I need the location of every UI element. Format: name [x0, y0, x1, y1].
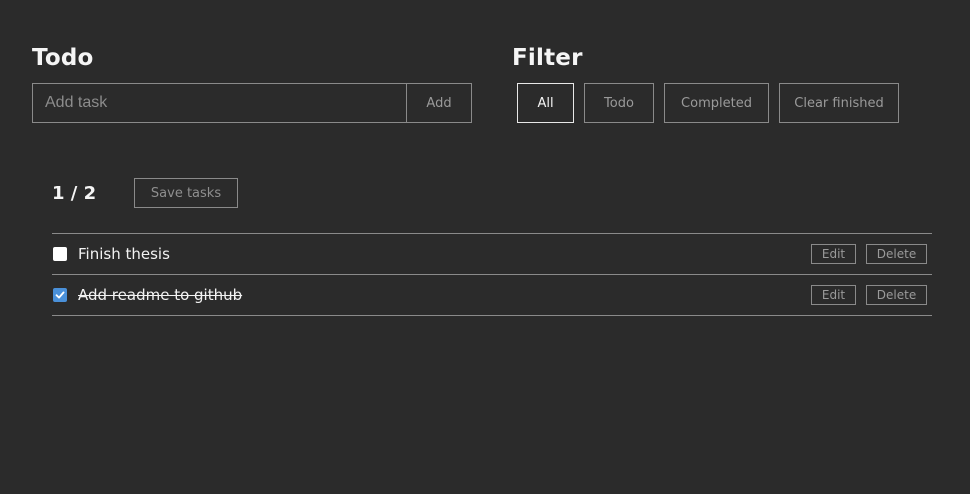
edit-task-button[interactable]: Edit [811, 244, 856, 264]
edit-task-button[interactable]: Edit [811, 285, 856, 305]
task-checkbox[interactable] [53, 247, 67, 261]
filter-completed-button[interactable]: Completed [664, 83, 769, 123]
task-actions: Edit Delete [811, 244, 927, 264]
task-text: Finish thesis [78, 245, 170, 263]
add-task-button[interactable]: Add [407, 83, 472, 123]
checkmark-icon [55, 291, 65, 299]
task-item: Finish thesis Edit Delete [52, 234, 932, 275]
todo-app: Todo Add Filter All Todo Completed Clear… [0, 0, 970, 494]
filter-bar: All Todo Completed Clear finished [517, 83, 899, 123]
task-actions: Edit Delete [811, 285, 927, 305]
filter-all-button[interactable]: All [517, 83, 574, 123]
todo-heading: Todo [32, 45, 94, 71]
filter-todo-button[interactable]: Todo [584, 83, 654, 123]
add-task-input[interactable] [32, 83, 407, 123]
filter-heading: Filter [512, 45, 583, 71]
delete-task-button[interactable]: Delete [866, 244, 927, 264]
task-text-completed: Add readme to github [78, 286, 243, 304]
clear-finished-button[interactable]: Clear finished [779, 83, 899, 123]
task-checkbox-checked[interactable] [53, 288, 67, 302]
delete-task-button[interactable]: Delete [866, 285, 927, 305]
task-item: Add readme to github Edit Delete [52, 275, 932, 316]
add-task-form: Add [32, 83, 472, 123]
task-counter: 1 / 2 [52, 183, 97, 204]
save-tasks-button[interactable]: Save tasks [134, 178, 238, 208]
task-list: Finish thesis Edit Delete Add readme to … [52, 233, 932, 316]
